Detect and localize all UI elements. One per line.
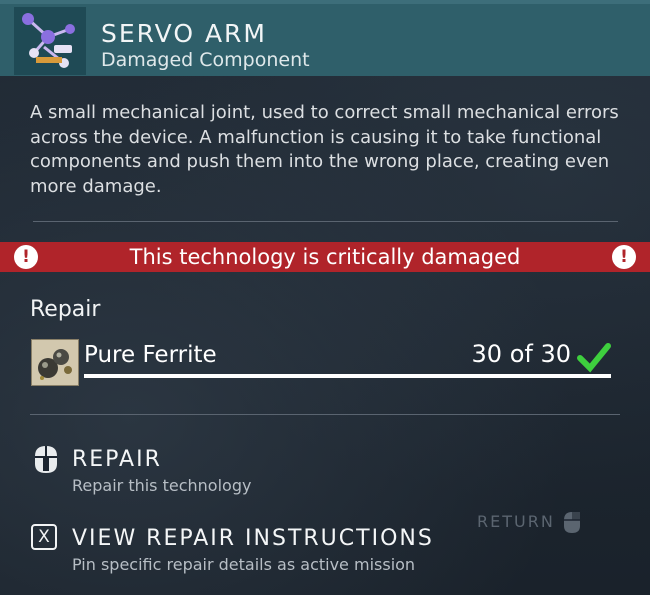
resource-name: Pure Ferrite [84,342,217,368]
checkmark-icon [577,343,611,373]
mouse-right-icon[interactable] [561,510,583,534]
view-repair-instructions-description: Pin specific repair details as active mi… [72,555,416,574]
divider [30,414,620,415]
view-repair-instructions-button[interactable]: VIEW REPAIR INSTRUCTIONS [72,526,434,551]
repair-action-description: Repair this technology [72,476,252,495]
resource-progress-fill [84,374,611,378]
item-description: A small mechanical joint, used to correc… [30,102,619,197]
header-bar: SERVO ARM Damaged Component [0,4,650,76]
item-title: SERVO ARM [101,19,267,48]
exclamation-icon: ! [612,245,636,269]
return-button[interactable]: RETURN [477,512,555,531]
ferrite-icon [31,339,79,386]
divider [33,221,618,222]
mouse-icon[interactable] [31,444,61,474]
resource-count: 30 of 30 [471,340,571,368]
servo-arm-icon [14,7,86,75]
resource-progress-bar [84,374,611,378]
damage-warning-banner: ! This technology is critically damaged … [0,242,650,272]
repair-action-button[interactable]: REPAIR [72,447,162,472]
warning-text: This technology is critically damaged [129,245,521,269]
item-subtitle: Damaged Component [101,49,310,71]
repair-heading: Repair [30,297,101,322]
x-key-icon[interactable]: X [31,524,57,550]
